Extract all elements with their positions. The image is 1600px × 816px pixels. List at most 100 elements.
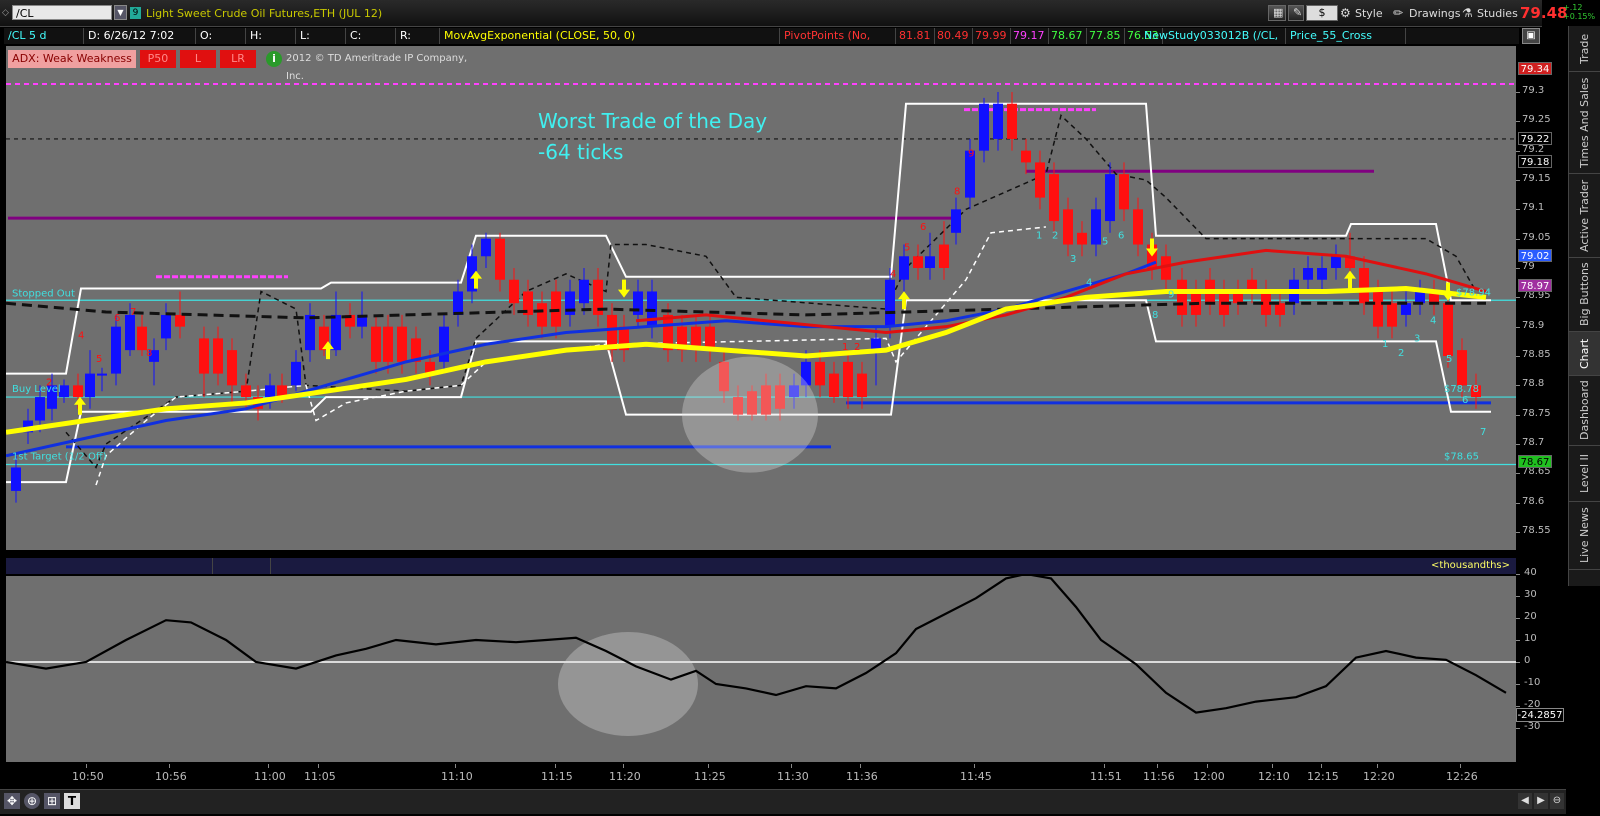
price-axis-label: 78.6 <box>1522 495 1545 507</box>
expand-icon[interactable]: ◇ <box>2 8 9 18</box>
grid-icon[interactable]: ▦ <box>1268 5 1286 21</box>
text-tool-icon[interactable]: T <box>64 793 80 809</box>
sequence-count-label: 6 <box>920 222 926 233</box>
oscillator-axis-label: 0 <box>1524 655 1531 666</box>
time-axis[interactable]: 10:50 10:56 11:00 11:05 11:10 11:15 11:20 11:25… <box>0 764 1566 786</box>
sequence-count-label: 6 <box>114 313 120 324</box>
sequence-count-label: 8 <box>954 187 960 198</box>
sequence-count-label: 4 <box>890 269 896 280</box>
symbol-period[interactable]: /CL 5 d $0.87 <box>4 28 84 58</box>
price-axis-label: 78.85 <box>1522 349 1551 360</box>
oscillator-panel[interactable] <box>6 576 1516 762</box>
candle-body <box>1373 291 1383 327</box>
thousandths-label: <thousandths> <box>1431 560 1510 571</box>
price-marker: 78.97 <box>1518 278 1552 292</box>
link-badge[interactable]: 9 <box>130 7 141 19</box>
study-header: <thousandths> <box>6 558 1516 574</box>
pivot-study-label[interactable]: PivotPoints (No, DAY) <box>780 28 896 58</box>
oscillator-axis-tick <box>1516 574 1520 575</box>
side-tab-chart[interactable]: Chart <box>1569 332 1600 376</box>
drawings-icon[interactable]: ✏ <box>1393 6 1403 20</box>
time-axis-label: 10:50 <box>72 770 104 783</box>
candle-body <box>1119 174 1129 210</box>
zoom-out-icon[interactable]: ⊖ <box>1550 793 1564 809</box>
candle-body <box>1035 162 1045 198</box>
time-axis-tick <box>791 764 792 768</box>
zoom-in-icon[interactable]: ⊕ <box>24 793 40 809</box>
bar-date: D: 6/26/12 7:02 PM <box>84 28 196 58</box>
style-button[interactable]: Style <box>1355 7 1383 20</box>
symbol-input[interactable]: /CL <box>12 5 112 20</box>
oscillator-axis-label: -10 <box>1524 677 1541 688</box>
stopped-out-label: Stopped Out <box>12 288 75 299</box>
pan-icon[interactable]: ✥ <box>4 793 20 809</box>
time-axis-label: 11:30 <box>777 770 809 783</box>
side-tab-dashboard[interactable]: Dashboard <box>1569 376 1600 446</box>
net-change: +.12 +0.15% <box>1563 3 1595 21</box>
dollar-button[interactable]: $ <box>1306 5 1338 21</box>
highlight-ellipse <box>682 356 818 473</box>
time-axis-tick <box>455 764 456 768</box>
price-cross-label[interactable]: Price_55_Cross <box>1286 28 1406 44</box>
buy-level-label: Buy Level <box>12 384 61 395</box>
side-tab-trade[interactable]: Trade <box>1569 26 1600 72</box>
info-icon[interactable]: i <box>266 51 282 67</box>
price-chart-panel[interactable]: 4 5 6 7 8 2 2 1 4 5 6 8 9 1 2 3 4 5 6 8 9 1 2 3 4 5 6 7 Worst Trade … <box>6 46 1516 550</box>
side-tab-live-news[interactable]: Live News <box>1569 502 1600 570</box>
candle-body <box>265 385 275 398</box>
candle-body <box>1387 303 1397 327</box>
new-study-label[interactable]: NewStudy033012B (/CL, 13) <box>1140 28 1286 58</box>
sell-arrow-icon <box>618 279 630 298</box>
candle-body <box>73 385 83 398</box>
oscillator-axis[interactable]: 40 30 20 10 0 -10 -20 -30 -24.2857 <box>1516 567 1566 762</box>
sequence-count-label: 5 <box>96 354 102 365</box>
chart-settings-icon[interactable]: ▣ <box>1522 28 1540 44</box>
time-axis-label: 11:25 <box>694 770 726 783</box>
candle-body <box>1049 174 1059 222</box>
time-axis-tick <box>1460 764 1461 768</box>
price-axis-tick <box>1516 444 1520 445</box>
target-level-value: $78.65 <box>1444 452 1479 463</box>
drawings-button[interactable]: Drawings <box>1409 7 1460 20</box>
price-axis[interactable]: 79.3 79.25 79.2 79.15 79.1 79.05 79 78.95 78.9 78… <box>1516 46 1566 550</box>
oscillator-axis-tick <box>1516 728 1520 729</box>
side-tab-big-buttons[interactable]: Big Buttons <box>1569 258 1600 332</box>
scroll-right-icon[interactable]: ▶ <box>1534 793 1548 809</box>
candle-body <box>843 361 853 398</box>
symbol-dropdown-icon[interactable]: ▼ <box>114 5 127 20</box>
candle-body <box>1359 268 1369 304</box>
studies-icon[interactable]: ⚗ <box>1462 6 1473 20</box>
candle-body <box>111 326 121 374</box>
side-tab-level-ii[interactable]: Level II <box>1569 446 1600 502</box>
adx-p50: P50 <box>140 50 176 68</box>
side-tab-active-trader[interactable]: Active Trader <box>1569 174 1600 258</box>
side-tab-times-and-sales[interactable]: Times And Sales <box>1569 72 1600 174</box>
oscillator-readout: -24.2857 <box>1516 708 1564 723</box>
style-icon[interactable]: ⚙ <box>1340 6 1351 20</box>
oscillator-axis-tick <box>1516 706 1520 707</box>
candle-body <box>11 467 21 491</box>
price-marker: 79.22 <box>1518 131 1552 145</box>
adx-label: ADX: Weak Weakness <box>8 50 136 68</box>
candle-body <box>925 256 935 268</box>
annotation-subtitle: -64 ticks <box>538 140 623 164</box>
price-axis-label: 79.3 <box>1522 85 1545 96</box>
candle-body <box>175 314 185 327</box>
sequence-count-label: 5 <box>1446 354 1452 365</box>
price-axis-tick <box>1516 121 1520 123</box>
time-axis-tick <box>86 764 87 768</box>
candle-body <box>509 279 519 304</box>
candle-body <box>85 373 95 398</box>
crosshair-icon[interactable]: ⊞ <box>44 793 60 809</box>
wrench-icon[interactable]: ✎ <box>1288 5 1304 21</box>
bottom-toolbar: ✥ ⊕ ⊞ T ◀ ▶ ⊖ <box>0 789 1566 814</box>
ema-study-label[interactable]: MovAvgExponential (CLOSE, 50, 0) <box>440 28 780 44</box>
sequence-count-label: 1 <box>842 342 848 353</box>
candle-body <box>137 326 147 351</box>
candle-body <box>1063 209 1073 245</box>
candle-body <box>1275 303 1285 315</box>
sequence-count-label: 6 <box>1118 231 1124 242</box>
studies-button[interactable]: Studies <box>1477 7 1518 20</box>
time-axis-label: 11:15 <box>541 770 573 783</box>
scroll-left-icon[interactable]: ◀ <box>1518 793 1532 809</box>
